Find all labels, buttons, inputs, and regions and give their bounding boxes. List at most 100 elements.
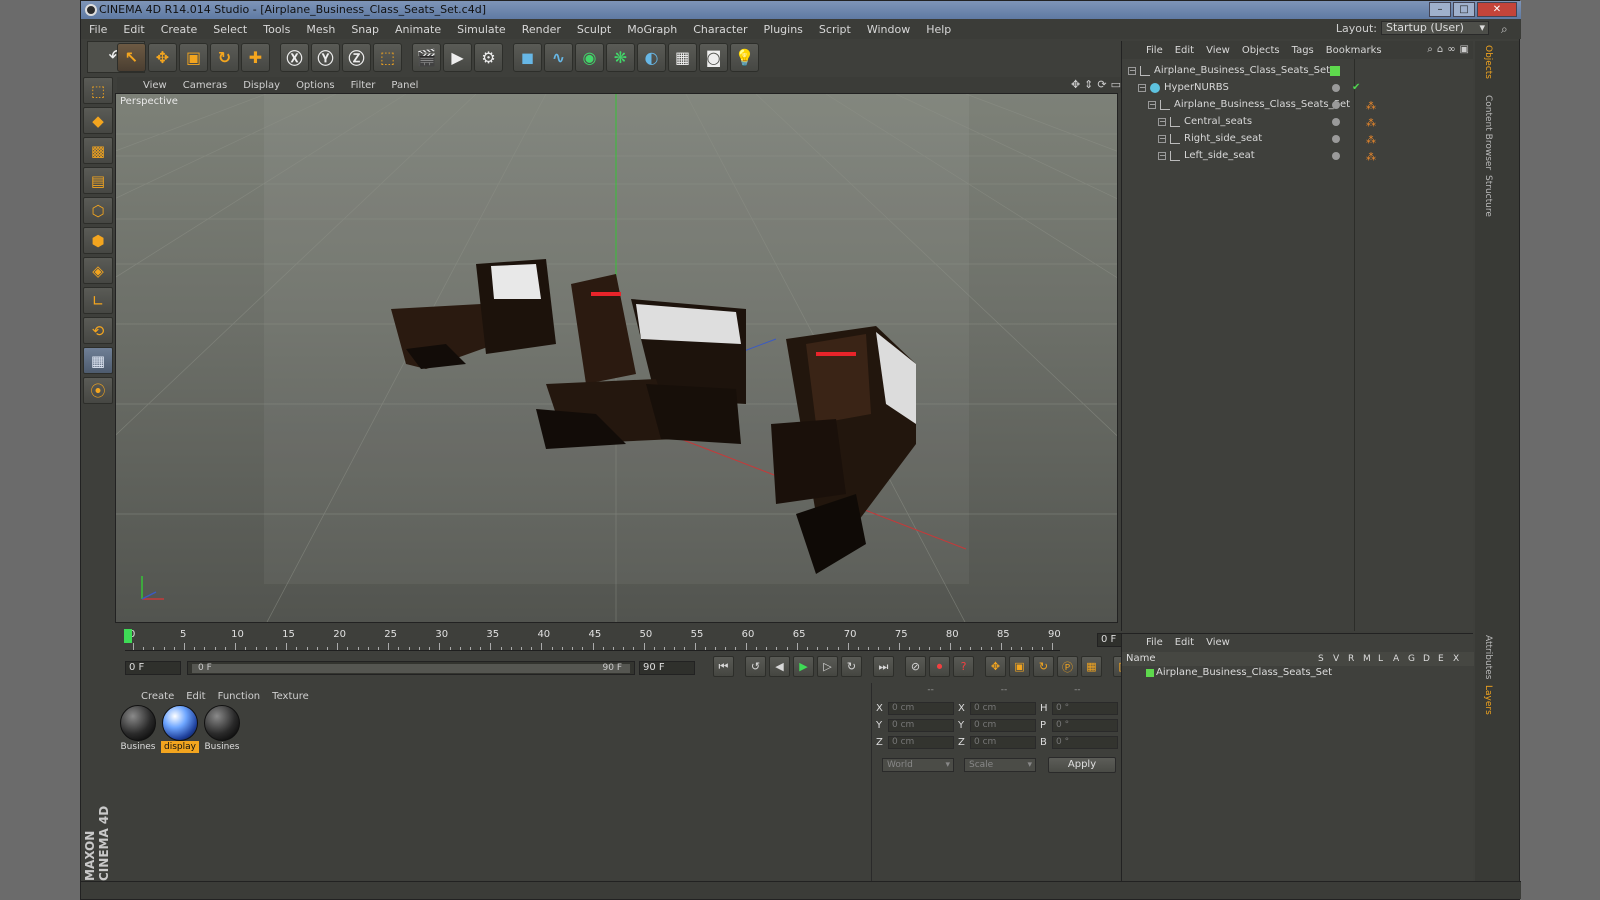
autokey-button[interactable]: ⏺ — [929, 656, 950, 677]
scale-tool[interactable]: ▣ — [179, 42, 208, 72]
viewport-move-icon[interactable]: ✥ — [1071, 78, 1080, 91]
rotate-tool[interactable]: ↻ — [210, 42, 239, 72]
viewport-zoom-icon[interactable]: ⇕ — [1084, 78, 1093, 91]
object-row[interactable]: − Central_seats ⁂ — [1122, 114, 1474, 130]
layer-menu-view[interactable]: View — [1200, 637, 1236, 648]
phong-tag-icon[interactable]: ⁂ — [1366, 99, 1376, 115]
layout-dropdown[interactable]: Startup (User) — [1381, 21, 1489, 35]
visibility-dot-icon[interactable] — [1332, 118, 1340, 126]
menu-tools[interactable]: Tools — [255, 23, 298, 36]
menu-window[interactable]: Window — [859, 23, 918, 36]
material-menu-edit[interactable]: Edit — [180, 691, 211, 702]
minimize-button[interactable]: – — [1429, 2, 1451, 17]
deformer-icon[interactable]: ◐ — [637, 42, 666, 72]
record-keys-icon[interactable]: ⊘ — [905, 656, 926, 677]
expand-toggle-icon[interactable]: − — [1158, 135, 1166, 143]
layer-column-x[interactable]: X — [1453, 652, 1459, 666]
viewport-menu-cameras[interactable]: Cameras — [175, 80, 235, 91]
go-to-end-button[interactable]: ⏭ — [873, 656, 894, 677]
menu-simulate[interactable]: Simulate — [449, 23, 514, 36]
layer-column-l[interactable]: L — [1378, 652, 1383, 666]
menu-create[interactable]: Create — [153, 23, 206, 36]
model-mode-icon[interactable]: ◆ — [83, 107, 113, 134]
workplane-lock-icon[interactable]: ▦ — [83, 347, 113, 374]
coordinate-field[interactable]: 0 cm — [888, 701, 954, 715]
floor-icon[interactable]: ▦ — [668, 42, 697, 72]
points-mode-icon[interactable]: ⬡ — [83, 197, 113, 224]
nurbs-icon[interactable]: ◉ — [575, 42, 604, 72]
keyframe-selection-icon[interactable]: ? — [953, 656, 974, 677]
camera-icon[interactable]: ◙ — [699, 42, 728, 72]
render-view-icon[interactable]: 🎬 — [412, 42, 441, 72]
material-swatch[interactable]: Busines — [119, 705, 157, 880]
om-link-icon[interactable]: ∞ — [1447, 44, 1455, 55]
coordinate-system-button[interactable]: ⬚ — [373, 42, 402, 72]
start-frame-field[interactable]: 0 F — [125, 661, 181, 675]
x-axis-lock-button[interactable]: Ⓧ — [280, 42, 309, 72]
layer-column-v[interactable]: V — [1333, 652, 1339, 666]
side-tab-objects[interactable]: Objects — [1479, 45, 1493, 79]
menu-sculpt[interactable]: Sculpt — [569, 23, 619, 36]
snap-icon[interactable]: ⦿ — [83, 377, 113, 404]
material-swatch[interactable]: display — [161, 705, 199, 880]
scale-key-icon[interactable]: ▣ — [1009, 656, 1030, 677]
om-menu-edit[interactable]: Edit — [1169, 45, 1200, 56]
workplane-icon[interactable]: ▤ — [83, 167, 113, 194]
edges-mode-icon[interactable]: ⬢ — [83, 227, 113, 254]
om-new-window-icon[interactable]: ▣ — [1460, 44, 1469, 55]
coordinate-field[interactable]: 0 cm — [888, 718, 954, 732]
phong-tag-icon[interactable]: ⁂ — [1366, 150, 1376, 166]
expand-toggle-icon[interactable]: − — [1128, 67, 1136, 75]
object-row[interactable]: − HyperNURBS ✔ — [1122, 80, 1474, 96]
spline-pen-icon[interactable]: ∿ — [544, 42, 573, 72]
object-row[interactable]: − Right_side_seat ⁂ — [1122, 131, 1474, 147]
layer-row[interactable]: Airplane_Business_Class_Seats_Set — [1122, 666, 1474, 680]
material-menu-create[interactable]: Create — [135, 691, 180, 702]
menu-help[interactable]: Help — [918, 23, 959, 36]
next-key-button[interactable]: ↻ — [841, 656, 862, 677]
material-menu-function[interactable]: Function — [212, 691, 267, 702]
side-tab-attributes[interactable]: Attributes — [1479, 635, 1493, 679]
coordinate-field[interactable]: 0 ° — [1052, 735, 1118, 749]
coordinate-space-dropdown[interactable]: World — [882, 758, 954, 772]
search-icon[interactable]: ⌕ — [1501, 22, 1515, 36]
previous-key-button[interactable]: ↺ — [745, 656, 766, 677]
coordinate-field[interactable]: 0 cm — [970, 701, 1036, 715]
next-frame-button[interactable]: ▷ — [817, 656, 838, 677]
polygons-mode-icon[interactable]: ◈ — [83, 257, 113, 284]
expand-toggle-icon[interactable]: − — [1158, 118, 1166, 126]
add-tool[interactable]: ✚ — [241, 42, 270, 72]
side-tab-layers[interactable]: Layers — [1479, 685, 1493, 715]
z-axis-lock-button[interactable]: Ⓩ — [342, 42, 371, 72]
previous-frame-button[interactable]: ◀ — [769, 656, 790, 677]
visibility-dot-icon[interactable] — [1332, 152, 1340, 160]
layer-menu-file[interactable]: File — [1140, 637, 1169, 648]
phong-tag-icon[interactable]: ⁂ — [1366, 133, 1376, 149]
coordinate-field[interactable]: 0 cm — [888, 735, 954, 749]
light-icon[interactable]: 💡 — [730, 42, 759, 72]
coordinate-field[interactable]: 0 cm — [970, 718, 1036, 732]
om-home-icon[interactable]: ⌂ — [1437, 44, 1443, 55]
maximize-button[interactable]: □ — [1453, 2, 1475, 17]
position-key-icon[interactable]: ✥ — [985, 656, 1006, 677]
point-level-key-icon[interactable]: ▦ — [1081, 656, 1102, 677]
axis-mode-icon[interactable]: ∟ — [83, 287, 113, 314]
expand-toggle-icon[interactable]: − — [1158, 152, 1166, 160]
visibility-dot-icon[interactable] — [1332, 101, 1340, 109]
side-tab-structure[interactable]: Structure — [1479, 175, 1493, 217]
side-tab-content-browser[interactable]: Content Browser — [1479, 95, 1493, 170]
visibility-dot-icon[interactable] — [1332, 84, 1340, 92]
menu-script[interactable]: Script — [811, 23, 859, 36]
menu-mesh[interactable]: Mesh — [298, 23, 343, 36]
om-menu-bookmarks[interactable]: Bookmarks — [1320, 45, 1388, 56]
end-frame-field[interactable]: 90 F — [639, 661, 695, 675]
layer-menu-edit[interactable]: Edit — [1169, 637, 1200, 648]
go-to-start-button[interactable]: ⏮ — [713, 656, 734, 677]
coordinate-field[interactable]: 0 ° — [1052, 701, 1118, 715]
menu-animate[interactable]: Animate — [387, 23, 449, 36]
move-tool[interactable]: ✥ — [148, 42, 177, 72]
timeline-ruler[interactable]: 0 5 10 15 20 25 30 35 40 45 50 55 60 65 70 75 80 85 90 — [125, 629, 1061, 651]
material-menu-texture[interactable]: Texture — [266, 691, 315, 702]
om-menu-file[interactable]: File — [1140, 45, 1169, 56]
magnet-icon[interactable]: ⟲ — [83, 317, 113, 344]
